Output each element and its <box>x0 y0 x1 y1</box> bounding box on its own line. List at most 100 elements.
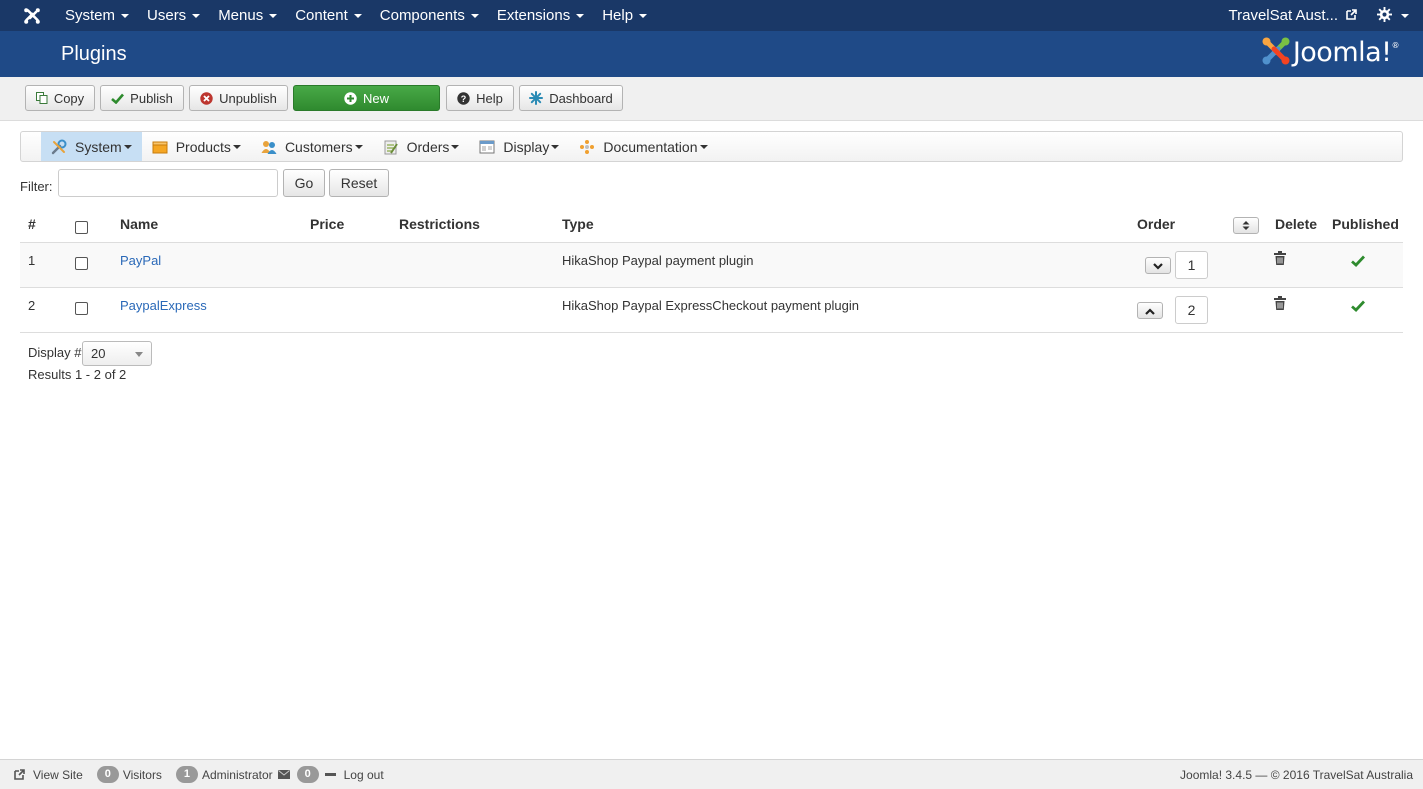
header-delete: Delete <box>1275 216 1318 232</box>
row-num: 2 <box>28 298 36 313</box>
menu-extensions-label: Extensions <box>496 7 571 24</box>
visitors-status: 0 Visitors <box>96 766 162 783</box>
external-link-icon <box>1346 7 1357 24</box>
unpublish-button[interactable]: Unpublish <box>189 85 288 111</box>
view-site-link[interactable]: View Site <box>14 768 83 782</box>
go-button[interactable]: Go <box>283 169 325 197</box>
settings-menu[interactable] <box>1369 6 1423 25</box>
chevron-down-icon <box>135 352 143 357</box>
submenu-system-label: System <box>75 138 122 155</box>
submenu-display-label: Display <box>503 138 550 155</box>
row-type: HikaShop Paypal ExpressCheckout payment … <box>562 298 860 313</box>
joomla-brand-text: Joomla!® <box>1292 37 1400 68</box>
display-count-select[interactable]: 20 <box>82 341 152 366</box>
order-input[interactable] <box>1175 296 1208 324</box>
chevron-down-icon <box>1153 258 1163 273</box>
copy-icon <box>35 92 48 104</box>
menu-system[interactable]: System <box>56 0 138 31</box>
move-down-button[interactable] <box>1145 257 1171 274</box>
caret-down-icon <box>123 144 132 149</box>
caret-down-icon <box>1401 13 1409 18</box>
filter-label: Filter: <box>20 179 53 194</box>
submenu-products[interactable]: Products <box>142 132 251 161</box>
header-num: # <box>28 216 36 232</box>
menu-help[interactable]: Help <box>593 0 656 31</box>
publish-button[interactable]: Publish <box>100 85 184 111</box>
site-name: TravelSat Aust... <box>1228 7 1339 24</box>
box-icon <box>152 139 168 155</box>
menu-content[interactable]: Content <box>286 0 371 31</box>
select-all-checkbox[interactable] <box>75 221 88 234</box>
caret-down-icon <box>353 13 362 18</box>
external-link-icon <box>14 769 25 780</box>
row-num: 1 <box>28 253 36 268</box>
help-button[interactable]: ? Help <box>446 85 514 111</box>
submenu-orders[interactable]: Orders <box>373 132 470 161</box>
people-icon <box>261 139 277 155</box>
site-link[interactable]: TravelSat Aust... <box>1217 7 1370 24</box>
row-checkbox[interactable] <box>75 302 88 315</box>
submenu-system[interactable]: System <box>41 132 142 161</box>
hikashop-submenu: System Products Customers Orders Display… <box>20 131 1403 162</box>
submenu-display[interactable]: Display <box>469 132 569 161</box>
logout-link[interactable]: Log out <box>324 767 384 782</box>
status-bar: View Site 0 Visitors 1 Administrator 0 L… <box>0 759 1423 789</box>
published-check-icon[interactable] <box>1351 300 1365 312</box>
header-name[interactable]: Name <box>120 216 158 232</box>
header-type[interactable]: Type <box>562 216 594 232</box>
dashboard-button[interactable]: Dashboard <box>519 85 623 111</box>
gear-icon <box>1377 6 1392 25</box>
new-button-label: New <box>362 90 389 106</box>
published-check-icon[interactable] <box>1351 255 1365 267</box>
visitors-label: Visitors <box>122 767 162 782</box>
table-row: 2 PaypalExpress HikaShop Paypal ExpressC… <box>20 288 1403 333</box>
unpublish-x-icon <box>200 91 213 105</box>
table-row: 1 PayPal HikaShop Paypal payment plugin <box>20 243 1403 288</box>
registered-mark: ® <box>1391 41 1400 50</box>
question-circle-icon: ? <box>457 91 470 105</box>
footer-copyright: Joomla! 3.4.5 — © 2016 TravelSat Austral… <box>1180 768 1413 782</box>
admin-badge: 1 <box>175 766 198 783</box>
reset-button[interactable]: Reset <box>329 169 389 197</box>
plugin-name-link[interactable]: PayPal <box>120 253 161 268</box>
menu-components[interactable]: Components <box>371 0 488 31</box>
caret-down-icon <box>232 144 241 149</box>
menu-menus-label: Menus <box>218 7 264 24</box>
sort-icon <box>1242 218 1250 233</box>
header-published[interactable]: Published <box>1332 216 1399 232</box>
display-label: Display # <box>28 345 82 360</box>
dashboard-icon <box>529 91 544 105</box>
wrench-icon <box>51 139 67 155</box>
order-input[interactable] <box>1175 251 1208 279</box>
menu-menus[interactable]: Menus <box>209 0 286 31</box>
move-up-button[interactable] <box>1137 302 1163 319</box>
submenu-customers[interactable]: Customers <box>251 132 373 161</box>
results-count: Results 1 - 2 of 2 <box>28 367 127 382</box>
new-button[interactable]: New <box>293 85 440 111</box>
joomla-brand-name: Joomla! <box>1292 37 1392 68</box>
plus-circle-icon <box>344 91 357 105</box>
joomla-brand-logo-icon <box>1261 36 1291 69</box>
caret-down-icon <box>192 13 201 18</box>
plugin-name-link[interactable]: PaypalExpress <box>120 298 207 313</box>
logout-label: Log out <box>343 767 384 782</box>
menu-extensions[interactable]: Extensions <box>488 0 593 31</box>
admin-status: 1 Administrator <box>175 766 273 783</box>
messages-status[interactable]: 0 <box>277 766 323 783</box>
trash-icon[interactable] <box>1274 296 1286 310</box>
trash-icon[interactable] <box>1274 251 1286 265</box>
submenu-documentation[interactable]: Documentation <box>569 132 717 161</box>
display-icon <box>479 139 495 155</box>
menu-users[interactable]: Users <box>138 0 209 31</box>
joomla-brand: Joomla!® <box>1261 36 1399 69</box>
copy-button[interactable]: Copy <box>25 85 95 111</box>
caret-down-icon <box>699 144 708 149</box>
header-order[interactable]: Order <box>1137 216 1175 232</box>
caret-down-icon <box>121 13 130 18</box>
joomla-logo-icon[interactable] <box>10 0 54 31</box>
filter-input[interactable] <box>58 169 278 197</box>
row-checkbox[interactable] <box>75 257 88 270</box>
check-icon <box>111 93 125 104</box>
save-order-button[interactable] <box>1233 217 1259 234</box>
menu-system-label: System <box>65 7 116 24</box>
